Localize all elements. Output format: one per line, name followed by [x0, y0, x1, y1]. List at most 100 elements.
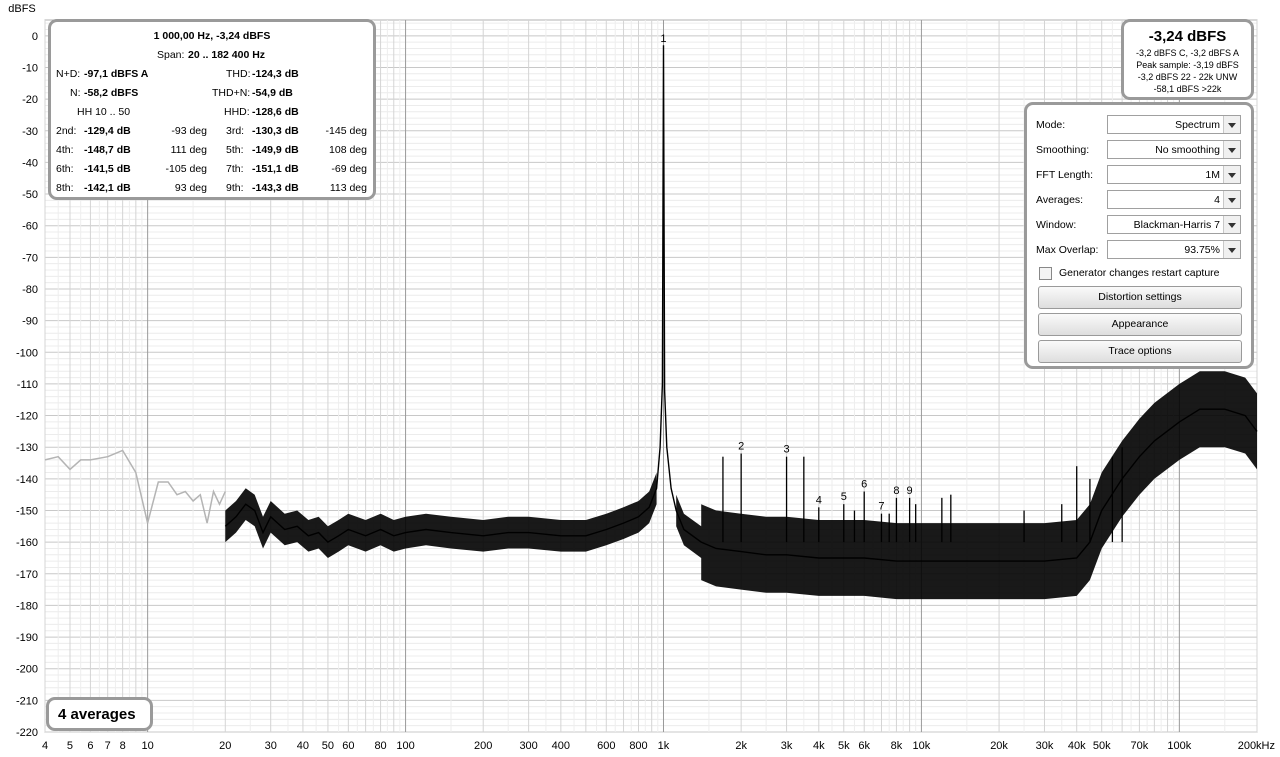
y-tick-label: -20 [22, 94, 38, 106]
chevron-down-icon[interactable] [1223, 216, 1240, 233]
x-tick-label: 600 [597, 740, 615, 752]
x-tick-label: 70k [1131, 740, 1149, 752]
appearance-button[interactable]: Appearance [1038, 313, 1242, 336]
y-axis-label: dBFS [8, 3, 36, 15]
harmonic-phase: -145 deg [325, 125, 367, 137]
y-tick-label: -80 [22, 284, 38, 296]
nd-value: -97,1 dBFS A [84, 68, 149, 80]
harmonic-label: 1 [660, 33, 666, 45]
harmonic-level: -130,3 dB [252, 125, 299, 137]
x-tick-label: 50k [1093, 740, 1111, 752]
y-tick-label: -190 [16, 632, 38, 644]
chevron-down-icon[interactable] [1223, 241, 1240, 258]
x-tick-label: 50 [322, 740, 334, 752]
y-tick-label: -10 [22, 62, 38, 74]
x-tick-label: 7 [105, 740, 111, 752]
chevron-down-icon[interactable] [1223, 116, 1240, 133]
window-select[interactable]: Blackman-Harris 7 [1107, 215, 1241, 234]
x-tick-label: 30 [265, 740, 277, 752]
x-tick-label: 60 [342, 740, 354, 752]
x-tick-label: 200 [474, 740, 492, 752]
hh-label: HH 10 .. 50 [77, 106, 131, 118]
distortion-settings-button[interactable]: Distortion settings [1038, 286, 1242, 309]
thd-value: -124,3 dB [252, 68, 299, 80]
span-label: Span: [157, 49, 185, 61]
max-overlap-value: 93.75% [1184, 244, 1220, 256]
harmonic-phase: 111 deg [170, 144, 207, 156]
x-tick-label: 20 [219, 740, 231, 752]
averages-value: 4 [1214, 194, 1220, 206]
harmonic-phase: 93 deg [174, 182, 207, 194]
harmonic-phase: -93 deg [171, 125, 207, 137]
x-tick-label: 1k [658, 740, 670, 752]
x-tick-label: 40 [297, 740, 309, 752]
harmonic-level: -148,7 dB [84, 144, 131, 156]
harmonic-phase: -69 deg [331, 163, 367, 175]
window-label: Window: [1036, 219, 1077, 231]
harmonic-label: 4 [816, 494, 822, 506]
n-value: -58,2 dBFS [84, 87, 139, 99]
x-tick-label: 800 [629, 740, 647, 752]
harmonic-label: 9th: [226, 182, 244, 194]
y-tick-label: -170 [16, 569, 38, 581]
harmonic-label: 6 [861, 479, 867, 491]
x-tick-label: 40k [1068, 740, 1086, 752]
x-tick-label: 5 [67, 740, 73, 752]
x-tick-label: 10 [142, 740, 154, 752]
harmonic-label: 7 [878, 501, 884, 513]
y-tick-label: -210 [16, 695, 38, 707]
chevron-down-icon[interactable] [1223, 191, 1240, 208]
harmonic-label: 2nd: [56, 125, 77, 137]
x-tick-label: 2k [735, 740, 747, 752]
thdn-value: -54,9 dB [252, 87, 293, 99]
x-tick-label: 100k [1167, 740, 1191, 752]
window-value: Blackman-Harris 7 [1133, 219, 1220, 231]
harmonic-label: 8th: [56, 182, 74, 194]
averages-label: Averages: [1036, 194, 1084, 206]
thd-label: THD: [226, 68, 251, 80]
max-overlap-label: Max Overlap: [1036, 244, 1099, 256]
harmonic-phase: -105 deg [165, 163, 207, 175]
smoothing-label: Smoothing: [1036, 144, 1090, 156]
harmonic-label: 4th: [56, 144, 74, 156]
mode-select[interactable]: Spectrum [1107, 115, 1241, 134]
y-tick-label: -70 [22, 252, 38, 264]
peak-above-22k: -58,1 dBFS >22k [1153, 84, 1222, 94]
y-tick-label: -60 [22, 221, 38, 233]
generator-restart-checkbox[interactable] [1039, 267, 1052, 280]
y-tick-label: -90 [22, 316, 38, 328]
harmonic-label: 5th: [226, 144, 244, 156]
averages-select[interactable]: 4 [1107, 190, 1241, 209]
harmonic-level: -141,5 dB [84, 163, 131, 175]
fft-length-select[interactable]: 1M [1107, 165, 1241, 184]
hhd-label: HHD: [224, 106, 250, 118]
x-tick-label: 10k [913, 740, 931, 752]
harmonic-label: 8 [893, 485, 899, 497]
chevron-down-icon[interactable] [1223, 166, 1240, 183]
harmonic-level: -149,9 dB [252, 144, 299, 156]
harmonic-phase: 108 deg [329, 144, 367, 156]
mode-value: Spectrum [1175, 119, 1220, 131]
harmonic-label: 7th: [226, 163, 244, 175]
smoothing-value: No smoothing [1155, 144, 1220, 156]
peak-sample: Peak sample: -3,19 dBFS [1136, 60, 1239, 70]
trace-options-button[interactable]: Trace options [1038, 340, 1242, 363]
x-tick-label: 20k [990, 740, 1008, 752]
y-tick-label: -100 [16, 347, 38, 359]
chevron-down-icon[interactable] [1223, 141, 1240, 158]
peak-unweighted: -3,2 dBFS 22 - 22k UNW [1137, 72, 1238, 82]
peak-weighted-levels: -3,2 dBFS C, -3,2 dBFS A [1135, 48, 1240, 58]
peak-level-panel: -3,24 dBFS -3,2 dBFS C, -3,2 dBFS A Peak… [1121, 19, 1254, 100]
x-tick-label: 400 [552, 740, 570, 752]
smoothing-select[interactable]: No smoothing [1107, 140, 1241, 159]
harmonic-label: 3 [783, 444, 789, 456]
peak-level: -3,24 dBFS [1148, 28, 1227, 45]
generator-restart-label[interactable]: Generator changes restart capture [1059, 267, 1220, 279]
x-tick-label: 80 [374, 740, 386, 752]
harmonic-label: 5 [841, 491, 847, 503]
max-overlap-select[interactable]: 93.75% [1107, 240, 1241, 259]
x-tick-label: 300 [519, 740, 537, 752]
y-tick-label: -220 [16, 727, 38, 739]
averages-badge: 4 averages [46, 697, 153, 731]
y-tick-label: -140 [16, 474, 38, 486]
